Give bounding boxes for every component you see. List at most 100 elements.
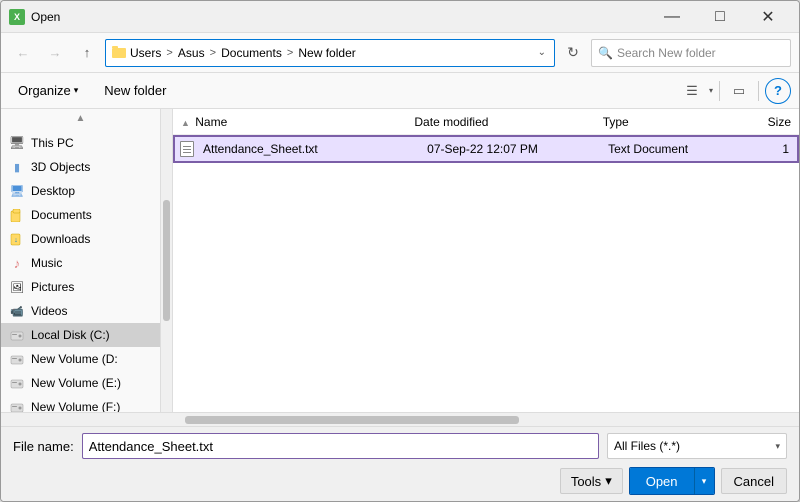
tools-dropdown-icon: ▾	[605, 473, 612, 489]
file-list[interactable]: ▲ Name Date modified Type Size	[173, 109, 799, 412]
new-folder-button[interactable]: New folder	[95, 78, 175, 104]
sidebar-label-downloads: Downloads	[31, 232, 90, 246]
sidebar-scroll-up[interactable]: ▲	[1, 109, 160, 127]
back-button[interactable]: ←	[9, 39, 37, 67]
divider2	[758, 81, 759, 101]
hscroll-thumb	[185, 416, 520, 424]
open-button-group: Open ▾	[629, 467, 715, 495]
sidebar-scrollbar[interactable]	[161, 109, 173, 412]
dialog-title: Open	[31, 10, 649, 24]
filename-row: File name: All Files (*.*) ▾	[13, 433, 787, 459]
maximize-button[interactable]: □	[697, 1, 743, 33]
organize-bar: Organize ▾ New folder ☰ ▾ ▭ ?	[1, 73, 799, 109]
address-dropdown-icon[interactable]: ⌄	[536, 47, 548, 58]
col-header-name[interactable]: ▲ Name	[177, 115, 410, 129]
view-dropdown-icon: ▾	[709, 86, 713, 95]
organize-button[interactable]: Organize ▾	[9, 78, 87, 104]
new-volume-e-icon	[9, 375, 25, 391]
file-list-header: ▲ Name Date modified Type Size	[173, 109, 799, 135]
breadcrumb-users[interactable]: Users	[130, 46, 161, 60]
window-controls: — □ ✕	[649, 1, 791, 33]
file-row-attendance[interactable]: Attendance_Sheet.txt 07-Sep-22 12:07 PM …	[173, 135, 799, 163]
sidebar-item-downloads[interactable]: ↓ Downloads	[1, 227, 160, 251]
file-type-attendance: Text Document	[604, 142, 742, 156]
desktop-icon: 🖥	[9, 183, 25, 199]
new-volume-f-icon	[9, 399, 25, 412]
sidebar-label-desktop: Desktop	[31, 184, 75, 198]
sidebar-item-3d-objects[interactable]: ▮ 3D Objects	[1, 155, 160, 179]
preview-pane-button[interactable]: ▭	[726, 78, 752, 104]
sidebar-item-new-volume-f[interactable]: New Volume (F:)	[1, 395, 160, 412]
sidebar-label-music: Music	[31, 256, 62, 270]
divider	[719, 81, 720, 101]
this-pc-icon: 🖥	[9, 135, 25, 151]
local-disk-c-icon	[9, 327, 25, 343]
open-dialog: X Open — □ ✕ ← → ↑ Users > Asus > Docume…	[0, 0, 800, 502]
refresh-button[interactable]: ↻	[559, 39, 587, 67]
sidebar-label-3d-objects: 3D Objects	[31, 160, 90, 174]
new-volume-d-icon	[9, 351, 25, 367]
search-icon: 🔍	[598, 46, 613, 60]
sidebar-item-this-pc[interactable]: 🖥 This PC	[1, 131, 160, 155]
search-placeholder: Search New folder	[617, 46, 716, 60]
search-box[interactable]: 🔍 Search New folder	[591, 39, 791, 67]
documents-icon	[9, 207, 25, 223]
open-button[interactable]: Open	[630, 468, 694, 494]
cancel-button[interactable]: Cancel	[721, 468, 787, 494]
tools-button[interactable]: Tools ▾	[560, 468, 623, 494]
col-header-type[interactable]: Type	[599, 115, 742, 129]
sidebar-item-new-volume-d[interactable]: New Volume (D:	[1, 347, 160, 371]
sidebar-label-this-pc: This PC	[31, 136, 74, 150]
forward-button[interactable]: →	[41, 39, 69, 67]
col-header-date[interactable]: Date modified	[410, 115, 598, 129]
hscroll-track	[161, 415, 639, 425]
open-dropdown-button[interactable]: ▾	[694, 468, 714, 494]
view-controls: ☰ ▾ ▭ ?	[679, 78, 791, 104]
col-header-size[interactable]: Size	[742, 115, 795, 129]
sort-arrow-icon: ▲	[181, 118, 190, 128]
organize-dropdown-icon: ▾	[74, 85, 79, 96]
filename-input[interactable]	[82, 433, 599, 459]
sidebar-label-new-volume-f: New Volume (F:)	[31, 400, 120, 412]
filetype-dropdown[interactable]: All Files (*.*) ▾	[607, 433, 787, 459]
breadcrumb-current: New folder	[298, 46, 355, 60]
sidebar: ▲ 🖥 This PC ▮ 3D Objects 🖥 Desktop Docum…	[1, 109, 161, 412]
sidebar-label-local-disk-c: Local Disk (C:)	[31, 328, 110, 342]
txt-file-icon	[179, 141, 195, 157]
sidebar-item-documents[interactable]: Documents	[1, 203, 160, 227]
sidebar-label-pictures: Pictures	[31, 280, 74, 294]
sidebar-label-new-volume-e: New Volume (E:)	[31, 376, 121, 390]
sidebar-item-new-volume-e[interactable]: New Volume (E:)	[1, 371, 160, 395]
videos-icon: 📹	[9, 303, 25, 319]
sidebar-label-new-volume-d: New Volume (D:	[31, 352, 118, 366]
minimize-button[interactable]: —	[649, 1, 695, 33]
filename-label: File name:	[13, 439, 74, 454]
file-size-attendance: 1	[742, 142, 793, 156]
view-menu-button[interactable]: ☰	[679, 78, 705, 104]
sidebar-item-pictures[interactable]: 🖼 Pictures	[1, 275, 160, 299]
help-button[interactable]: ?	[765, 78, 791, 104]
file-name-attendance: Attendance_Sheet.txt	[199, 142, 423, 156]
main-area: ▲ 🖥 This PC ▮ 3D Objects 🖥 Desktop Docum…	[1, 109, 799, 412]
address-folder-icon	[112, 48, 126, 58]
music-icon: ♪	[9, 255, 25, 271]
pictures-icon: 🖼	[9, 279, 25, 295]
sidebar-item-videos[interactable]: 📹 Videos	[1, 299, 160, 323]
close-button[interactable]: ✕	[745, 1, 791, 33]
actions-row: Tools ▾ Open ▾ Cancel	[13, 467, 787, 495]
svg-text:↓: ↓	[14, 237, 18, 244]
horizontal-scrollbar[interactable]	[1, 412, 799, 426]
up-button[interactable]: ↑	[73, 39, 101, 67]
breadcrumb-documents[interactable]: Documents	[221, 46, 282, 60]
sidebar-item-local-disk-c[interactable]: Local Disk (C:)	[1, 323, 160, 347]
breadcrumb-asus[interactable]: Asus	[178, 46, 205, 60]
sidebar-label-videos: Videos	[31, 304, 67, 318]
sidebar-item-music[interactable]: ♪ Music	[1, 251, 160, 275]
bottom-bar: File name: All Files (*.*) ▾ Tools ▾ Ope…	[1, 426, 799, 501]
sidebar-item-desktop[interactable]: 🖥 Desktop	[1, 179, 160, 203]
file-date-attendance: 07-Sep-22 12:07 PM	[423, 142, 604, 156]
address-bar[interactable]: Users > Asus > Documents > New folder ⌄	[105, 39, 555, 67]
downloads-icon: ↓	[9, 231, 25, 247]
3d-objects-icon: ▮	[9, 159, 25, 175]
sidebar-label-documents: Documents	[31, 208, 92, 222]
